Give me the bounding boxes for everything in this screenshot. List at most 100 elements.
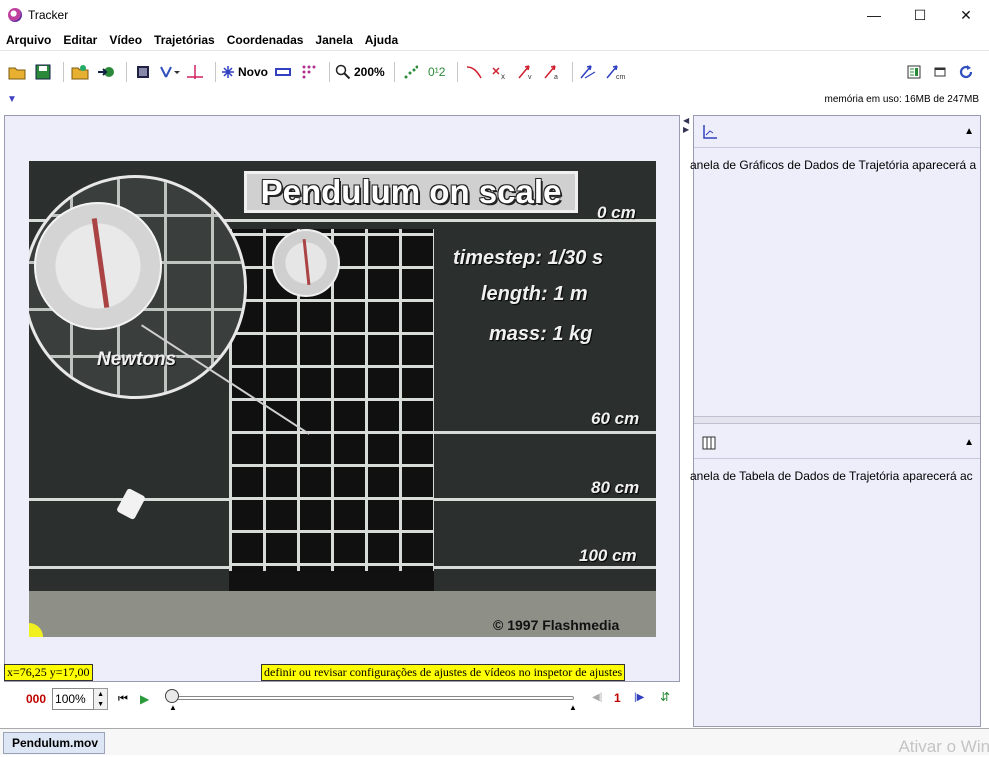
pendulum-bob [116, 487, 146, 521]
zoom-label: 200% [354, 65, 385, 79]
menu-editar[interactable]: Editar [63, 33, 97, 47]
timestep-label: timestep: 1/30 s [453, 247, 604, 269]
plot-icon[interactable] [702, 124, 718, 140]
mouse-coordinates: x=76,25 y=17,00 [4, 664, 93, 681]
svg-text:v: v [528, 74, 532, 80]
menu-video[interactable]: Vídeo [109, 33, 142, 47]
frame-slider-thumb[interactable] [165, 689, 179, 703]
menu-janela[interactable]: Janela [315, 33, 352, 47]
menu-ajuda[interactable]: Ajuda [365, 33, 398, 47]
video-copyright: © 1997 Flashmedia [493, 617, 620, 633]
settings-hint: definir ou revisar configurações de ajus… [261, 664, 626, 681]
frame-slider-track[interactable] [169, 696, 574, 700]
video-frame[interactable]: Pendulum on scale 0 cm timestep: 1/30 s … [29, 161, 656, 637]
asterisk-icon [222, 66, 234, 78]
maximize-button[interactable]: ☐ [897, 0, 943, 30]
clip-settings-icon[interactable] [132, 61, 154, 83]
table-collapse-icon[interactable]: ▲ [964, 437, 974, 448]
menu-bar: Arquivo Editar Vídeo Trajetórias Coorden… [0, 30, 989, 51]
panel-splitter[interactable] [694, 416, 980, 424]
small-dial-needle [302, 238, 311, 286]
plot-panel-header: ▲ [694, 116, 980, 148]
plot-collapse-icon[interactable]: ▲ [964, 126, 974, 137]
open-folder-icon[interactable] [6, 61, 28, 83]
newtons-label: Newtons [97, 349, 177, 370]
new-track-label: Novo [238, 65, 268, 79]
table-panel-header: ▲ [694, 427, 980, 459]
velocity-icon[interactable]: v [515, 61, 537, 83]
labels-icon[interactable]: 0¹2 [426, 61, 448, 83]
axes-icon[interactable] [184, 61, 206, 83]
acceleration-icon[interactable]: a [541, 61, 563, 83]
menu-arquivo[interactable]: Arquivo [6, 33, 51, 47]
svg-text:a: a [554, 74, 558, 80]
trails-icon[interactable] [400, 61, 422, 83]
step-size[interactable]: 1 [614, 691, 621, 705]
tab-pendulum[interactable]: Pendulum.mov [3, 732, 105, 754]
table-panel-message: anela de Tabela de Dados de Trajetória a… [690, 469, 973, 483]
minimize-button[interactable]: — [851, 0, 897, 30]
frame-number[interactable]: 000 [26, 692, 46, 706]
import-icon[interactable] [95, 61, 117, 83]
activation-watermark: Ativar o Windo [898, 737, 989, 756]
dial-needle [91, 218, 110, 308]
spinner-up-icon[interactable]: ▲ [97, 691, 104, 698]
main-toolbar: Novo 200% 0¹2 x v a cm [0, 58, 989, 86]
center-of-mass-icon[interactable]: cm [604, 61, 626, 83]
open-video-icon[interactable] [69, 61, 91, 83]
end-marker-icon[interactable]: ▲ [569, 703, 577, 712]
frame-labels-text: 0¹2 [428, 65, 446, 79]
mark-0cm: 0 cm [597, 203, 636, 222]
status-line: ▼ memória em uso: 16MB de 247MB [0, 90, 989, 112]
big-dial-face [34, 202, 162, 330]
close-button[interactable]: ✕ [943, 0, 989, 30]
refresh-icon[interactable] [955, 61, 977, 83]
dropdown-triangle-icon[interactable]: ▼ [7, 94, 17, 105]
spinner-down-icon[interactable]: ▼ [97, 701, 104, 708]
play-icon[interactable]: ▶ [140, 692, 149, 706]
window-controls: — ☐ ✕ [851, 0, 989, 30]
track-control-icon[interactable] [272, 61, 294, 83]
tracker-app-icon [8, 8, 22, 22]
zoom-button[interactable]: 200% [335, 61, 385, 83]
playback-rate-field[interactable]: 100% [52, 688, 95, 710]
toolbar-separator [215, 62, 216, 82]
path-icon[interactable] [463, 61, 485, 83]
dots-grid-icon[interactable] [298, 61, 320, 83]
length-label: length: 1 m [481, 283, 588, 305]
small-dial-face [272, 229, 340, 297]
table-icon[interactable] [702, 436, 716, 450]
data-panels: ▲ anela de Gráficos de Dados de Trajetór… [690, 115, 981, 727]
mark-60cm: 60 cm [591, 409, 640, 428]
new-track-button[interactable]: Novo [221, 61, 268, 83]
start-marker-icon[interactable]: ▲ [169, 703, 177, 712]
toolbar-separator [393, 62, 395, 82]
memory-usage: memória em uso: 16MB de 247MB [824, 94, 979, 105]
step-forward-icon[interactable]: |▶ [634, 692, 644, 703]
toolbar-separator [456, 62, 458, 82]
menu-trajetorias[interactable]: Trajetórias [154, 33, 215, 47]
rate-spinner[interactable]: ▲ ▼ [94, 688, 109, 710]
title-bar: Tracker — ☐ ✕ [0, 0, 989, 30]
loop-icon[interactable]: ⇵ [660, 690, 670, 704]
plot-panel-message: anela de Gráficos de Dados de Trajetória… [690, 158, 977, 172]
video-panel[interactable]: Pendulum on scale 0 cm timestep: 1/30 s … [4, 115, 680, 682]
toolbar-separator [571, 62, 573, 82]
calibration-icon[interactable] [158, 61, 180, 83]
mass-label: mass: 1 kg [489, 323, 593, 345]
vector-sum-icon[interactable] [578, 61, 600, 83]
toolbar-separator [126, 62, 127, 82]
go-to-start-icon[interactable]: ⏮ [118, 693, 128, 706]
toolbar-separator [63, 62, 64, 82]
svg-text:x: x [501, 72, 505, 80]
notes-icon[interactable] [903, 61, 925, 83]
menu-coordenadas[interactable]: Coordenadas [227, 33, 304, 47]
window-title: Tracker [28, 8, 69, 22]
step-back-icon[interactable]: ◀| [592, 692, 602, 703]
magnifier-icon [335, 64, 351, 80]
window-icon[interactable] [929, 61, 951, 83]
save-icon[interactable] [32, 61, 54, 83]
panel-collapse-arrows[interactable]: ◀ ▶ [683, 116, 692, 134]
point-mass-icon[interactable]: x [489, 61, 511, 83]
toolbar-separator [329, 62, 330, 82]
